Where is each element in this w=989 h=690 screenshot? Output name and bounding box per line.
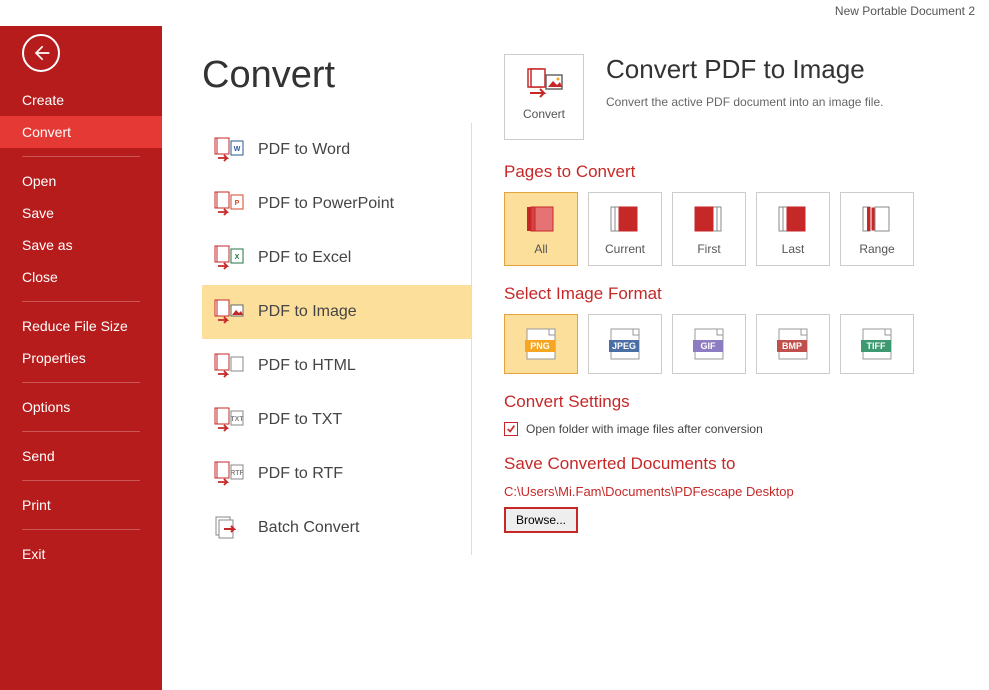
convert-option-pdf-to-powerpoint[interactable]: P PDF to PowerPoint (202, 177, 471, 231)
page-option-label: First (697, 242, 720, 256)
convert-option-label: PDF to Image (258, 303, 357, 321)
convert-to-image-icon (505, 63, 583, 107)
convert-option-pdf-to-word[interactable]: W PDF to Word (202, 123, 471, 177)
sidebar-separator (22, 480, 140, 481)
convert-option-icon (214, 515, 244, 541)
convert-option-pdf-to-txt[interactable]: TXT PDF to TXT (202, 393, 471, 447)
page-option-icon (692, 202, 726, 238)
sidebar-item-save[interactable]: Save (0, 197, 162, 229)
arrow-left-icon (31, 43, 51, 63)
sidebar-item-print[interactable]: Print (0, 489, 162, 521)
open-folder-checkbox[interactable] (504, 422, 518, 436)
format-option-bmp[interactable]: BMP (756, 314, 830, 374)
page-option-range[interactable]: Range (840, 192, 914, 266)
format-option-tiff[interactable]: TIFF (840, 314, 914, 374)
convert-option-label: PDF to RTF (258, 465, 343, 483)
svg-text:TIFF: TIFF (867, 341, 886, 351)
svg-text:X: X (235, 254, 240, 261)
convert-hero-title: Convert PDF to Image (606, 54, 883, 85)
sidebar-item-close[interactable]: Close (0, 261, 162, 293)
svg-text:TXT: TXT (230, 416, 244, 423)
convert-hero-desc: Convert the active PDF document into an … (606, 95, 883, 109)
convert-option-label: PDF to HTML (258, 357, 356, 375)
open-folder-checkbox-label: Open folder with image files after conve… (526, 422, 763, 436)
page-option-label: All (534, 242, 547, 256)
svg-text:P: P (235, 200, 240, 207)
svg-text:PNG: PNG (530, 341, 550, 351)
sidebar-item-options[interactable]: Options (0, 391, 162, 423)
convert-option-batch-convert[interactable]: Batch Convert (202, 501, 471, 555)
svg-text:JPEG: JPEG (612, 341, 636, 351)
sidebar-separator (22, 301, 140, 302)
convert-option-icon: W (214, 137, 244, 163)
format-option-gif[interactable]: GIF (672, 314, 746, 374)
page-option-label: Range (859, 242, 894, 256)
page-option-last[interactable]: Last (756, 192, 830, 266)
sidebar-item-properties[interactable]: Properties (0, 342, 162, 374)
format-icon: JPEG (605, 326, 645, 362)
convert-option-pdf-to-rtf[interactable]: RTF PDF to RTF (202, 447, 471, 501)
convert-option-label: PDF to PowerPoint (258, 195, 394, 213)
sidebar-item-exit[interactable]: Exit (0, 538, 162, 570)
page-option-icon (524, 202, 558, 238)
convert-option-label: PDF to Word (258, 141, 350, 159)
sidebar-item-convert[interactable]: Convert (0, 116, 162, 148)
format-icon: BMP (773, 326, 813, 362)
page-option-icon (776, 202, 810, 238)
convert-option-label: PDF to Excel (258, 249, 351, 267)
sidebar-item-open[interactable]: Open (0, 165, 162, 197)
convert-action-label: Convert (505, 107, 583, 121)
svg-text:GIF: GIF (701, 341, 717, 351)
svg-text:W: W (234, 146, 241, 153)
svg-text:RTF: RTF (230, 470, 244, 477)
convert-option-icon: TXT (214, 407, 244, 433)
page-option-icon (860, 202, 894, 238)
sidebar-item-reduce-file-size[interactable]: Reduce File Size (0, 310, 162, 342)
page-option-label: Last (782, 242, 805, 256)
sidebar-item-create[interactable]: Create (0, 84, 162, 116)
format-icon: PNG (521, 326, 561, 362)
page-option-current[interactable]: Current (588, 192, 662, 266)
page-option-first[interactable]: First (672, 192, 746, 266)
convert-option-icon: P (214, 191, 244, 217)
convert-type-list: W PDF to Word P PDF to PowerPoint X PDF to Ex… (202, 123, 472, 555)
page-options-row: All Current First Last Range (504, 192, 959, 266)
sidebar-separator (22, 382, 140, 383)
convert-option-pdf-to-excel[interactable]: X PDF to Excel (202, 231, 471, 285)
check-icon (506, 424, 516, 434)
settings-section-title: Convert Settings (504, 392, 959, 412)
sidebar-separator (22, 529, 140, 530)
sidebar-item-save-as[interactable]: Save as (0, 229, 162, 261)
browse-button[interactable]: Browse... (504, 507, 578, 533)
page-option-label: Current (605, 242, 645, 256)
format-option-jpeg[interactable]: JPEG (588, 314, 662, 374)
format-options-row: PNG JPEG GIF BMP TIFF (504, 314, 959, 374)
sidebar-separator (22, 431, 140, 432)
convert-option-label: PDF to TXT (258, 411, 342, 429)
backstage-sidebar: CreateConvert OpenSaveSave asClose Reduce … (0, 26, 162, 690)
page-option-all[interactable]: All (504, 192, 578, 266)
format-option-png[interactable]: PNG (504, 314, 578, 374)
page-title: Convert (202, 54, 472, 97)
format-icon: TIFF (857, 326, 897, 362)
pages-section-title: Pages to Convert (504, 162, 959, 182)
convert-option-pdf-to-image[interactable]: PDF to Image (202, 285, 471, 339)
sidebar-separator (22, 156, 140, 157)
save-section-title: Save Converted Documents to (504, 454, 959, 474)
convert-option-pdf-to-html[interactable]: PDF to HTML (202, 339, 471, 393)
svg-text:BMP: BMP (782, 341, 802, 351)
convert-action-button[interactable]: Convert (504, 54, 584, 140)
convert-option-icon: X (214, 245, 244, 271)
convert-option-label: Batch Convert (258, 519, 359, 537)
convert-option-icon (214, 299, 244, 325)
convert-option-icon (214, 353, 244, 379)
format-section-title: Select Image Format (504, 284, 959, 304)
format-icon: GIF (689, 326, 729, 362)
convert-option-icon: RTF (214, 461, 244, 487)
window-title: New Portable Document 2 (0, 0, 989, 26)
back-button[interactable] (22, 34, 60, 72)
page-option-icon (608, 202, 642, 238)
save-path: C:\Users\Mi.Fam\Documents\PDFescape Desk… (504, 484, 959, 499)
sidebar-item-send[interactable]: Send (0, 440, 162, 472)
